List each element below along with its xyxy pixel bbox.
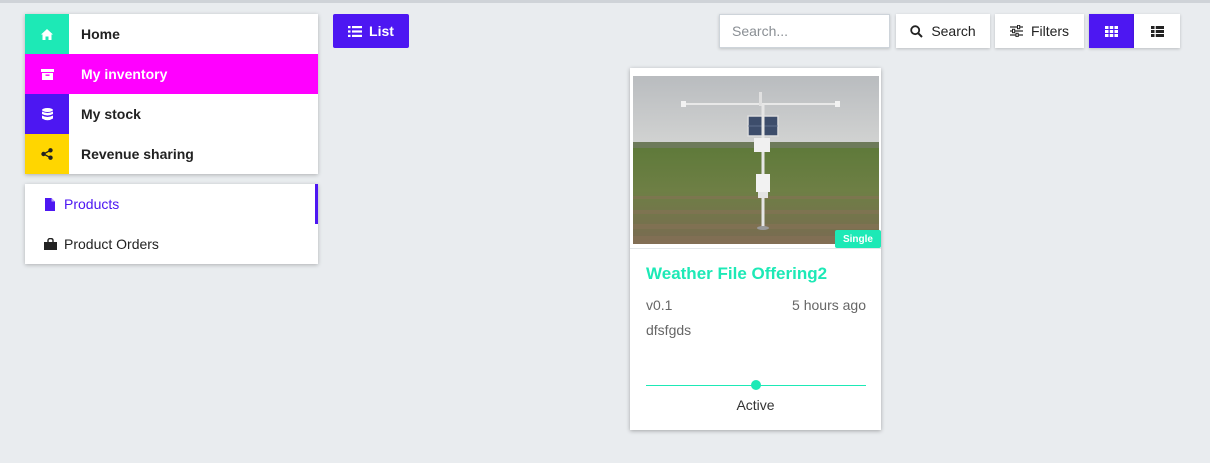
archive-icon: [25, 54, 69, 94]
search-input[interactable]: [719, 14, 890, 48]
list-button[interactable]: List: [333, 14, 409, 48]
menu-item-my-stock[interactable]: My stock: [25, 94, 318, 134]
offering-timestamp: 5 hours ago: [792, 297, 866, 313]
offering-type-badge: Single: [834, 230, 881, 248]
grid-icon: [1105, 25, 1118, 37]
menu-item-revenue-sharing[interactable]: Revenue sharing: [25, 134, 318, 174]
sliders-icon: [1009, 25, 1023, 37]
offering-image: [633, 76, 879, 244]
home-icon: [25, 14, 69, 54]
shopping-bag-icon: [43, 237, 57, 251]
card-divider: [630, 248, 881, 249]
grid-view-button[interactable]: [1089, 14, 1134, 48]
share-icon: [25, 134, 69, 174]
menu-item-label: My inventory: [81, 66, 168, 82]
sub-menu-item-label: Product Orders: [64, 236, 159, 252]
sub-menu-item-label: Products: [64, 196, 120, 212]
search-button-label: Search: [931, 23, 976, 39]
filters-button-label: Filters: [1030, 23, 1070, 39]
menu-item-label: My stock: [81, 106, 141, 122]
database-icon: [25, 94, 69, 134]
offering-version: v0.1: [646, 297, 673, 313]
status-dot: [751, 380, 761, 390]
sub-menu-item-product-orders[interactable]: Product Orders: [25, 224, 318, 264]
offering-status: Active: [736, 397, 775, 413]
offering-title[interactable]: Weather File Offering2: [646, 264, 827, 284]
menu-item-my-inventory[interactable]: My inventory: [25, 54, 318, 94]
file-icon: [43, 197, 57, 211]
menu-item-home[interactable]: Home: [25, 14, 318, 54]
list-view-button[interactable]: [1134, 14, 1180, 48]
sub-menu: Products Product Orders: [25, 184, 318, 264]
sub-menu-item-products[interactable]: Products: [25, 184, 318, 224]
search-icon: [910, 24, 924, 38]
th-list-icon: [1150, 25, 1164, 37]
menu-item-label: Revenue sharing: [81, 146, 194, 162]
list-icon: [348, 25, 363, 37]
filters-button[interactable]: Filters: [995, 14, 1084, 48]
list-button-label: List: [369, 23, 394, 39]
search-button[interactable]: Search: [896, 14, 990, 48]
menu-item-label: Home: [81, 26, 120, 42]
main-menu: Home My inventory My stock Revenue shari…: [25, 14, 318, 174]
offering-card[interactable]: Single Weather File Offering2 v0.1 5 hou…: [630, 68, 881, 430]
offering-description: dfsfgds: [646, 322, 692, 338]
